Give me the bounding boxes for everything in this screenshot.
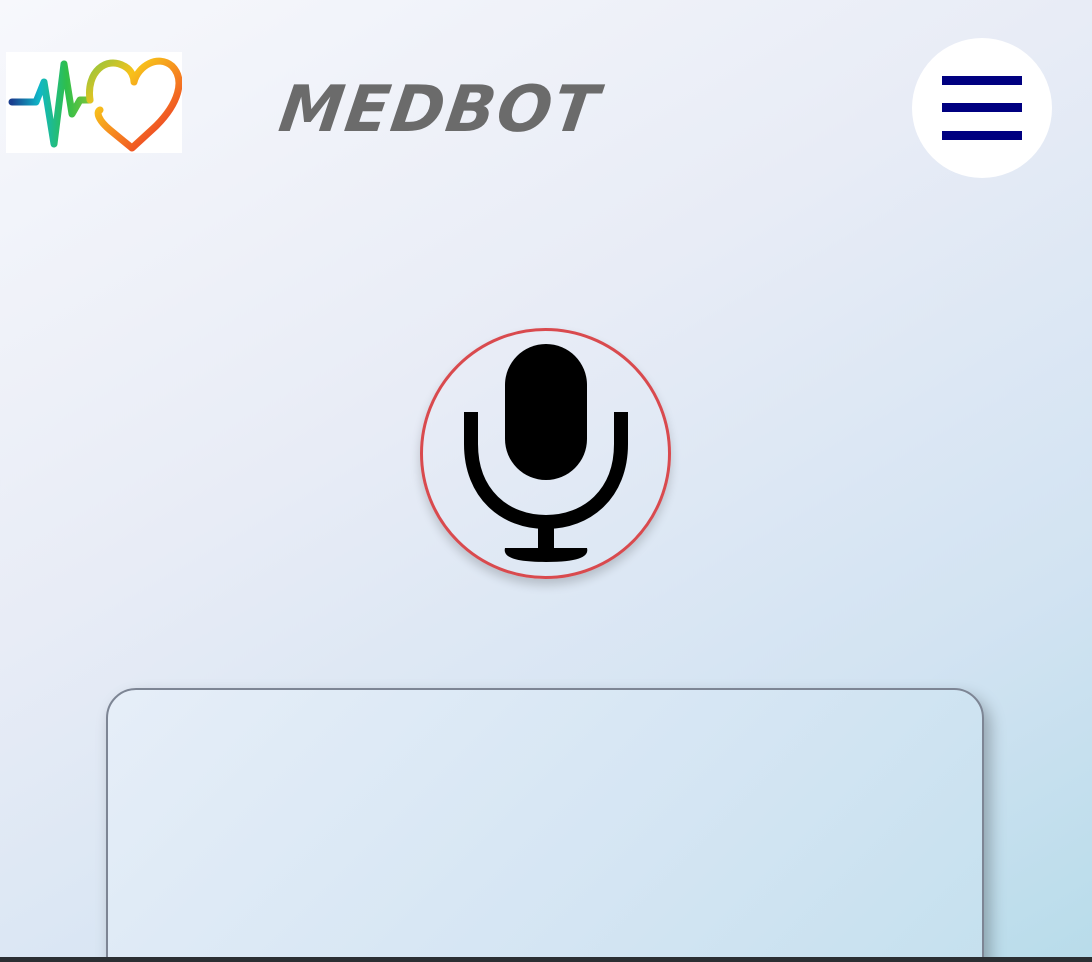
microphone-icon	[463, 343, 628, 562]
response-panel	[106, 688, 984, 962]
heartbeat-heart-logo-icon	[8, 57, 182, 152]
bottom-edge-bar	[0, 957, 1092, 962]
microphone-button[interactable]	[420, 328, 671, 579]
app-title: MEDBOT	[274, 73, 605, 147]
app-logo	[6, 52, 182, 153]
hamburger-menu-icon	[942, 76, 1022, 140]
menu-button[interactable]	[912, 38, 1052, 178]
